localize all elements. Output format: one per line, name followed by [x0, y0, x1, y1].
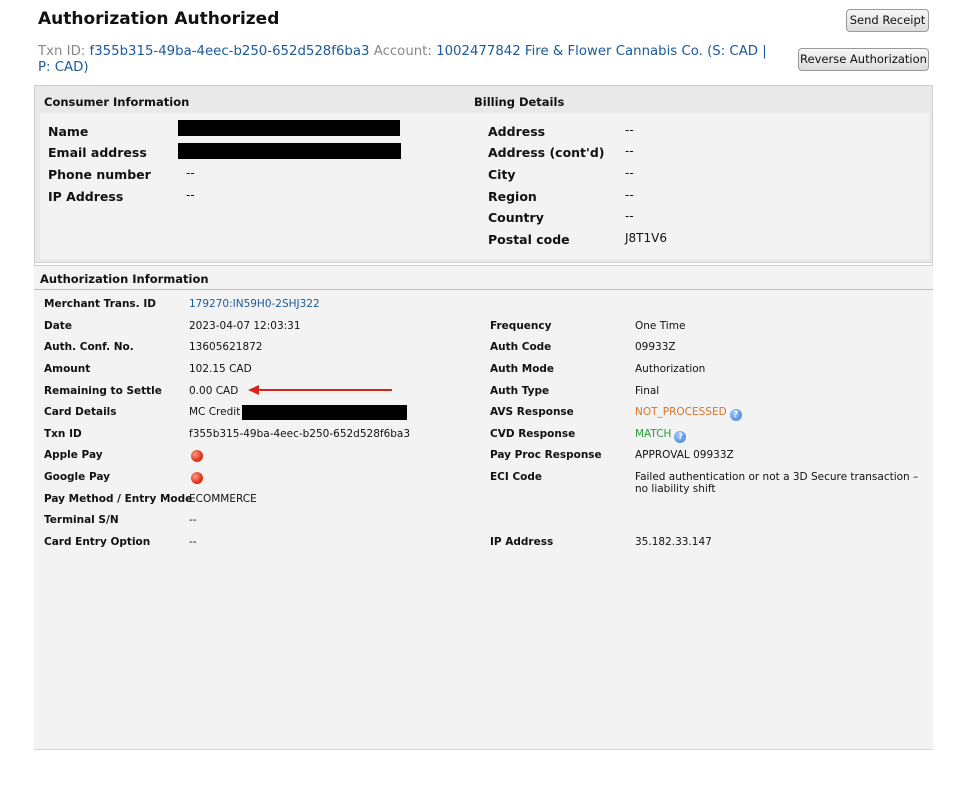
avs-response-value: NOT_PROCESSED: [635, 406, 727, 418]
google-pay-status-icon: [191, 472, 203, 484]
consumer-ip-value: --: [186, 188, 195, 202]
billing-region-value: --: [625, 188, 634, 202]
billing-postal-label: Postal code: [488, 232, 570, 247]
section-divider: [34, 289, 933, 290]
auth-conf-no-value: 13605621872: [189, 341, 263, 353]
annotation-arrow: [248, 385, 392, 395]
pay-proc-response-value: APPROVAL 09933Z: [635, 449, 734, 461]
authorization-panel: [34, 265, 933, 750]
card-entry-option-value: --: [189, 536, 197, 548]
transaction-summary: Txn ID: f355b315-49ba-4eec-b250-652d528f…: [38, 44, 783, 76]
cvd-response-cell: MATCH?: [635, 428, 687, 443]
billing-postal-value: J8T1V6: [625, 231, 667, 245]
date-value: 2023-04-07 12:03:31: [189, 320, 301, 332]
billing-region-label: Region: [488, 189, 537, 204]
remaining-to-settle-value: 0.00 CAD: [189, 385, 239, 397]
auth-code-label: Auth Code: [490, 341, 552, 353]
billing-details-heading: Billing Details: [474, 95, 565, 109]
auth-type-label: Auth Type: [490, 385, 550, 397]
consumer-ip-label: IP Address: [48, 189, 124, 204]
consumer-info-heading: Consumer Information: [44, 95, 190, 109]
pay-method-label: Pay Method / Entry Mode: [44, 493, 193, 505]
card-details-label: Card Details: [44, 406, 117, 418]
billing-city-label: City: [488, 167, 516, 182]
frequency-value: One Time: [635, 320, 686, 332]
card-details-value: MC Credit: [189, 406, 241, 418]
terminal-sn-value: --: [189, 514, 197, 526]
panel-footer: [34, 749, 933, 759]
consumer-phone-value: --: [186, 166, 195, 180]
auth-mode-value: Authorization: [635, 363, 706, 375]
auth-type-value: Final: [635, 385, 660, 397]
txn-id-row-label: Txn ID: [44, 428, 82, 440]
help-icon[interactable]: ?: [674, 431, 687, 443]
billing-address-value: --: [625, 123, 634, 137]
consumer-email-label: Email address: [48, 145, 147, 160]
pay-method-value: ECOMMERCE: [189, 493, 257, 505]
amount-value: 102.15 CAD: [189, 363, 252, 375]
page-title: Authorization Authorized: [38, 9, 280, 29]
reverse-authorization-button[interactable]: Reverse Authorization: [798, 48, 929, 71]
eci-code-label: ECI Code: [490, 471, 542, 483]
account-label: Account:: [373, 44, 432, 59]
google-pay-label: Google Pay: [44, 471, 110, 483]
merchant-trans-id-label: Merchant Trans. ID: [44, 298, 156, 310]
auth-conf-no-label: Auth. Conf. No.: [44, 341, 134, 353]
txn-id-label: Txn ID:: [38, 44, 86, 59]
consumer-name-redacted: [178, 120, 400, 136]
auth-code-value: 09933Z: [635, 341, 676, 353]
merchant-trans-id-link[interactable]: 179270:IN59H0-2SHJ322: [189, 298, 320, 310]
card-entry-option-label: Card Entry Option: [44, 536, 151, 548]
consumer-name-label: Name: [48, 124, 89, 139]
eci-code-value: Failed authentication or not a 3D Secure…: [635, 471, 919, 495]
billing-city-value: --: [625, 166, 634, 180]
consumer-billing-body: [40, 113, 929, 259]
consumer-email-redacted: [178, 143, 401, 159]
amount-label: Amount: [44, 363, 91, 375]
billing-address2-label: Address (cont'd): [488, 145, 605, 160]
avs-response-cell: NOT_PROCESSED?: [635, 406, 742, 421]
billing-country-value: --: [625, 209, 634, 223]
avs-response-label: AVS Response: [490, 406, 574, 418]
consumer-phone-label: Phone number: [48, 167, 151, 182]
cvd-response-value: MATCH: [635, 428, 672, 440]
card-number-redacted: [242, 405, 407, 420]
frequency-label: Frequency: [490, 320, 552, 332]
apple-pay-status-icon: [191, 450, 203, 462]
date-label: Date: [44, 320, 72, 332]
txn-id-row-value: f355b315-49ba-4eec-b250-652d528f6ba3: [189, 428, 411, 440]
remaining-to-settle-label: Remaining to Settle: [44, 385, 162, 397]
terminal-sn-label: Terminal S/N: [44, 514, 119, 526]
send-receipt-button[interactable]: Send Receipt: [846, 9, 929, 32]
txn-id-link[interactable]: f355b315-49ba-4eec-b250-652d528f6ba3: [90, 44, 370, 59]
ip-address-value: 35.182.33.147: [635, 536, 712, 548]
authorization-info-heading: Authorization Information: [40, 272, 209, 286]
ip-address-label: IP Address: [490, 536, 554, 548]
auth-mode-label: Auth Mode: [490, 363, 555, 375]
help-icon[interactable]: ?: [729, 409, 742, 421]
billing-address-label: Address: [488, 124, 546, 139]
billing-address2-value: --: [625, 144, 634, 158]
billing-country-label: Country: [488, 210, 544, 225]
cvd-response-label: CVD Response: [490, 428, 576, 440]
pay-proc-response-label: Pay Proc Response: [490, 449, 602, 461]
apple-pay-label: Apple Pay: [44, 449, 103, 461]
